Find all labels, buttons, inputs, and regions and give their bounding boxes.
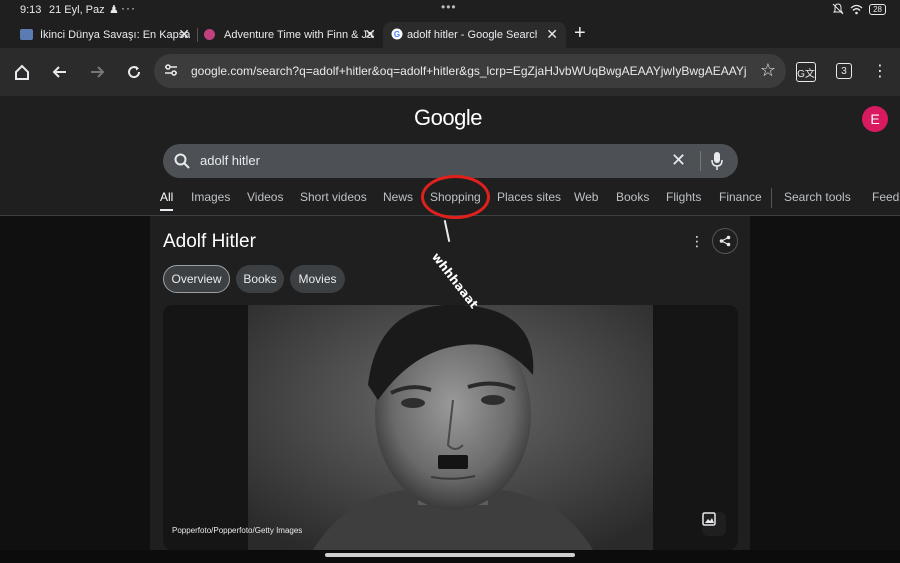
status-date: 21 Eyl, Paz (49, 4, 105, 16)
tab-title: İkinci Dünya Savaşı: En Kapsamlı (40, 29, 190, 41)
tab-images[interactable]: Images (191, 190, 230, 204)
google-icon: G (391, 28, 403, 40)
new-tab-button[interactable]: + (574, 22, 586, 45)
tab-places-sites[interactable]: Places sites (497, 190, 561, 204)
browser-toolbar: google.com/search?q=adolf+hitler&oq=adol… (0, 48, 900, 96)
tab-all[interactable]: All (160, 190, 174, 211)
silent-bell-icon (832, 3, 844, 15)
site-settings-icon[interactable] (163, 62, 179, 78)
portrait-image (163, 305, 738, 550)
share-icon (719, 235, 731, 247)
back-arrow-icon (52, 66, 66, 78)
chip-overview[interactable]: Overview (163, 265, 230, 293)
forward-button[interactable] (85, 60, 109, 84)
back-button[interactable] (48, 60, 72, 84)
close-tab-icon[interactable]: ✕ (178, 26, 190, 43)
overflow-menu-icon[interactable]: ⋮ (872, 61, 888, 81)
image-icon (702, 512, 716, 526)
tab-books[interactable]: Books (616, 190, 649, 204)
home-button[interactable] (10, 60, 34, 84)
search-input[interactable]: adolf hitler (200, 153, 260, 168)
tab-title: adolf hitler - Google Search (407, 29, 537, 41)
search-icon (174, 153, 190, 169)
nav-divider (771, 188, 772, 208)
status-bar: 9:13 21 Eyl, Paz ♟ ··· ••• 28 (0, 0, 900, 20)
reload-icon (128, 66, 141, 79)
clear-search-icon[interactable]: ✕ (671, 150, 686, 171)
portrait-photo[interactable]: Popperfoto/Popperfoto/Getty Images (163, 305, 738, 550)
tab-strip: İkinci Dünya Savaşı: En Kapsamlı ✕ Adven… (0, 20, 900, 48)
tab-title: Adventure Time with Finn & Jake (224, 29, 374, 41)
share-button[interactable] (712, 228, 738, 254)
tab-search-tools[interactable]: Search tools (784, 190, 851, 204)
gesture-home-bar[interactable] (325, 553, 575, 557)
orb-icon (204, 29, 215, 40)
translate-icon[interactable]: G文 (796, 62, 816, 82)
svg-text:G: G (394, 30, 400, 39)
battery-indicator: 28 (869, 3, 886, 15)
status-time: 9:13 (20, 4, 42, 16)
image-credit: Popperfoto/Popperfoto/Getty Images (172, 526, 303, 535)
close-tab-icon[interactable]: ✕ (546, 26, 558, 43)
tab-web[interactable]: Web (574, 190, 598, 204)
account-avatar[interactable]: E (862, 106, 888, 132)
browser-tab-1[interactable]: İkinci Dünya Savaşı: En Kapsamlı ✕ (20, 22, 190, 48)
browser-tab-3[interactable]: G adolf hitler - Google Search ✕ (383, 22, 566, 48)
right-gutter (750, 216, 900, 563)
tab-finance[interactable]: Finance (719, 190, 762, 204)
tab-switcher-button[interactable]: 3 (836, 63, 852, 79)
browser-tab-2[interactable]: Adventure Time with Finn & Jake ✕ (204, 22, 376, 48)
google-results-page: Google E adolf hitler ✕ All Images Video… (0, 96, 900, 563)
snapchat-icon: ♟ (109, 4, 119, 16)
close-tab-icon[interactable]: ✕ (364, 26, 376, 43)
more-notifications-icon: ··· (121, 1, 136, 15)
address-bar[interactable]: google.com/search?q=adolf+hitler&oq=adol… (154, 54, 786, 88)
bookmark-star-icon[interactable]: ☆ (760, 60, 776, 81)
tab-feedback[interactable]: Feedb (872, 190, 900, 204)
flag-icon (20, 29, 33, 40)
chip-books[interactable]: Books (236, 265, 284, 293)
wifi-icon (850, 4, 863, 14)
reload-button[interactable] (122, 60, 146, 84)
status-icons: 28 (832, 3, 886, 15)
multitask-handle-icon[interactable]: ••• (441, 0, 457, 14)
chip-movies[interactable]: Movies (290, 265, 345, 293)
left-gutter (0, 216, 150, 563)
url-text[interactable]: google.com/search?q=adolf+hitler&oq=adol… (191, 64, 746, 78)
search-divider (700, 151, 701, 171)
microphone-icon[interactable] (710, 151, 724, 171)
google-logo[interactable]: Google (414, 105, 482, 131)
forward-arrow-icon (91, 66, 105, 78)
tab-short-videos[interactable]: Short videos (300, 190, 367, 204)
panel-title: Adolf Hitler (163, 231, 256, 252)
image-gallery-button[interactable] (702, 512, 726, 536)
tab-news[interactable]: News (383, 190, 413, 204)
tab-divider (197, 28, 198, 42)
tab-videos[interactable]: Videos (247, 190, 283, 204)
tab-flights[interactable]: Flights (666, 190, 701, 204)
search-box[interactable]: adolf hitler ✕ (163, 144, 738, 178)
home-icon (15, 64, 29, 80)
red-circle-annotation (421, 175, 490, 219)
more-options-icon[interactable]: ⋮ (690, 233, 704, 250)
